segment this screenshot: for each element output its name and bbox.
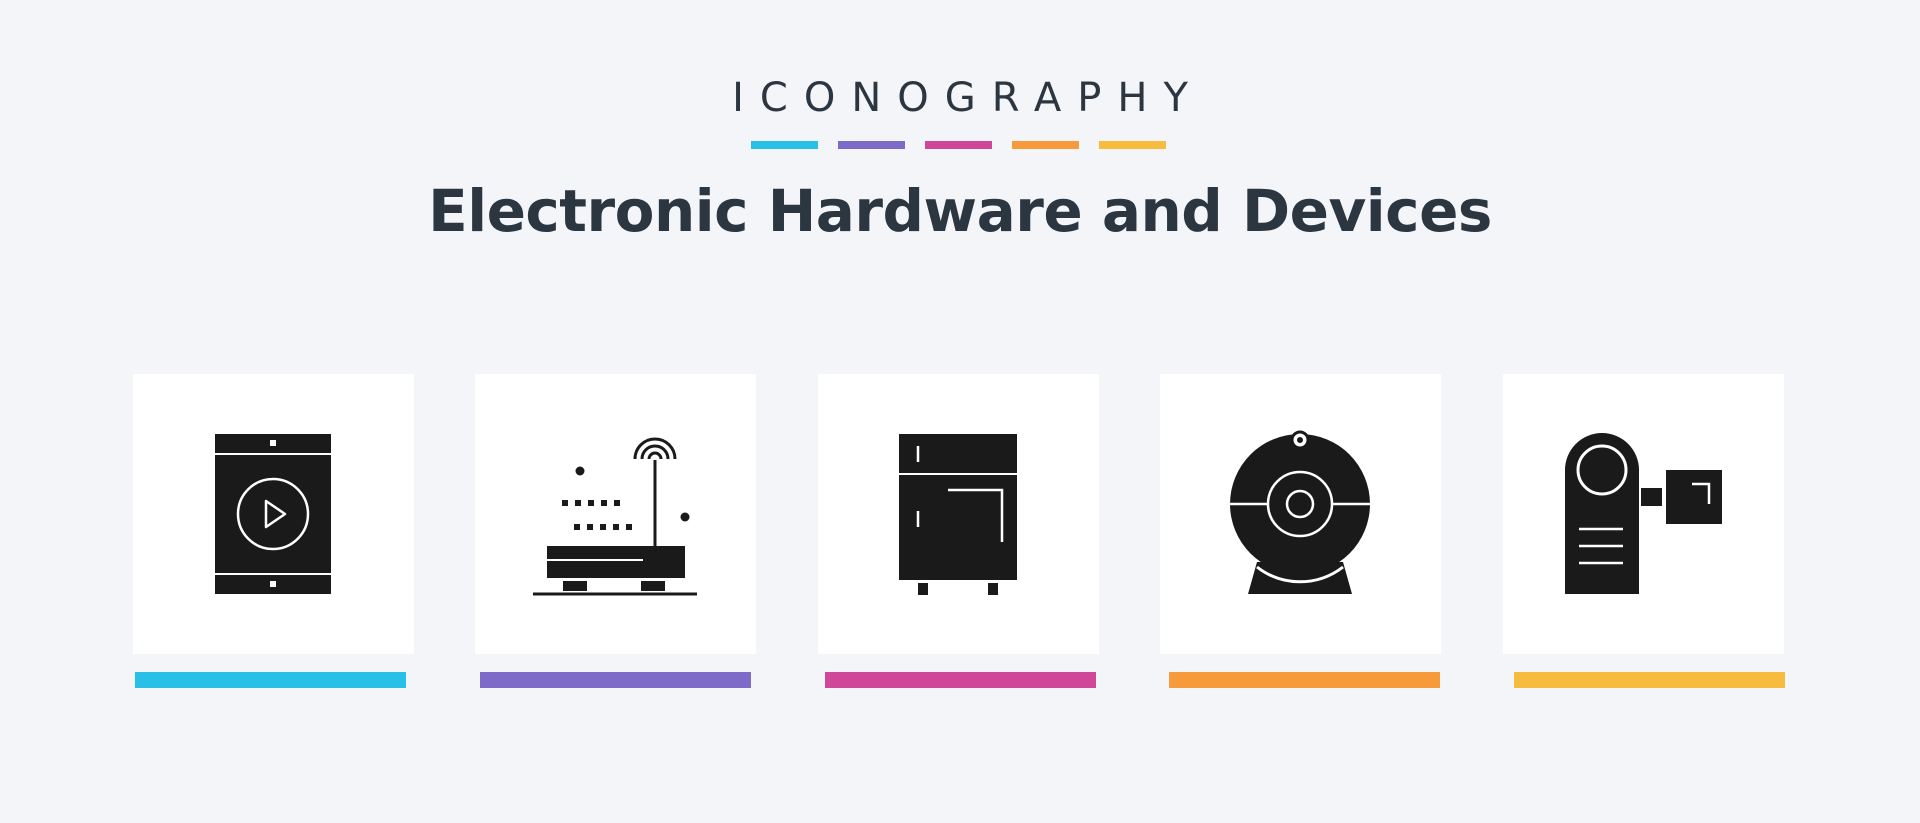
kicker-color-bars xyxy=(751,141,1166,149)
page: ICONOGRAPHY Electronic Hardware and Devi… xyxy=(0,0,1920,823)
webcam-icon xyxy=(1230,430,1370,594)
smartphone-video-icon xyxy=(215,434,331,594)
kicker-bar-cyan xyxy=(751,141,818,149)
icon-card-2 xyxy=(475,374,756,654)
icon-card-3 xyxy=(818,374,1099,654)
kicker-label: ICONOGRAPHY xyxy=(732,75,1204,121)
wifi-router-icon xyxy=(533,437,697,596)
kicker-bar-purple xyxy=(838,141,905,149)
icon-card-1 xyxy=(133,374,414,654)
underbar-orange xyxy=(1169,672,1440,688)
kicker-bar-yellow xyxy=(1099,141,1166,149)
underbar-purple xyxy=(480,672,751,688)
kicker-bar-orange xyxy=(1012,141,1079,149)
icon-card-4 xyxy=(1160,374,1441,654)
refrigerator-icon xyxy=(899,434,1017,595)
icon-card-5 xyxy=(1503,374,1784,654)
kicker-bar-pink xyxy=(925,141,992,149)
underbar-yellow xyxy=(1514,672,1785,688)
page-title: Electronic Hardware and Devices xyxy=(428,177,1492,245)
camcorder-icon xyxy=(1565,433,1722,594)
underbar-cyan xyxy=(135,672,406,688)
underbar-pink xyxy=(825,672,1096,688)
